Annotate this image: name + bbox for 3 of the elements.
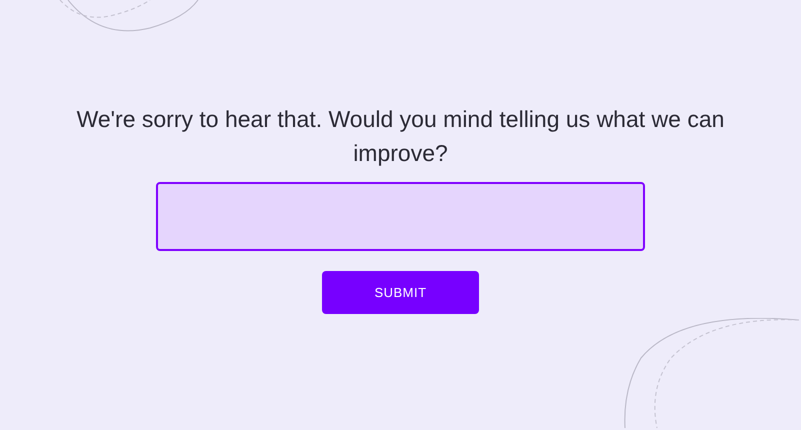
submit-button[interactable]: SUBMIT: [322, 271, 479, 314]
feedback-input-field[interactable]: [156, 182, 645, 251]
feedback-question: We're sorry to hear that. Would you mind telling us what we can improve?: [76, 105, 726, 168]
